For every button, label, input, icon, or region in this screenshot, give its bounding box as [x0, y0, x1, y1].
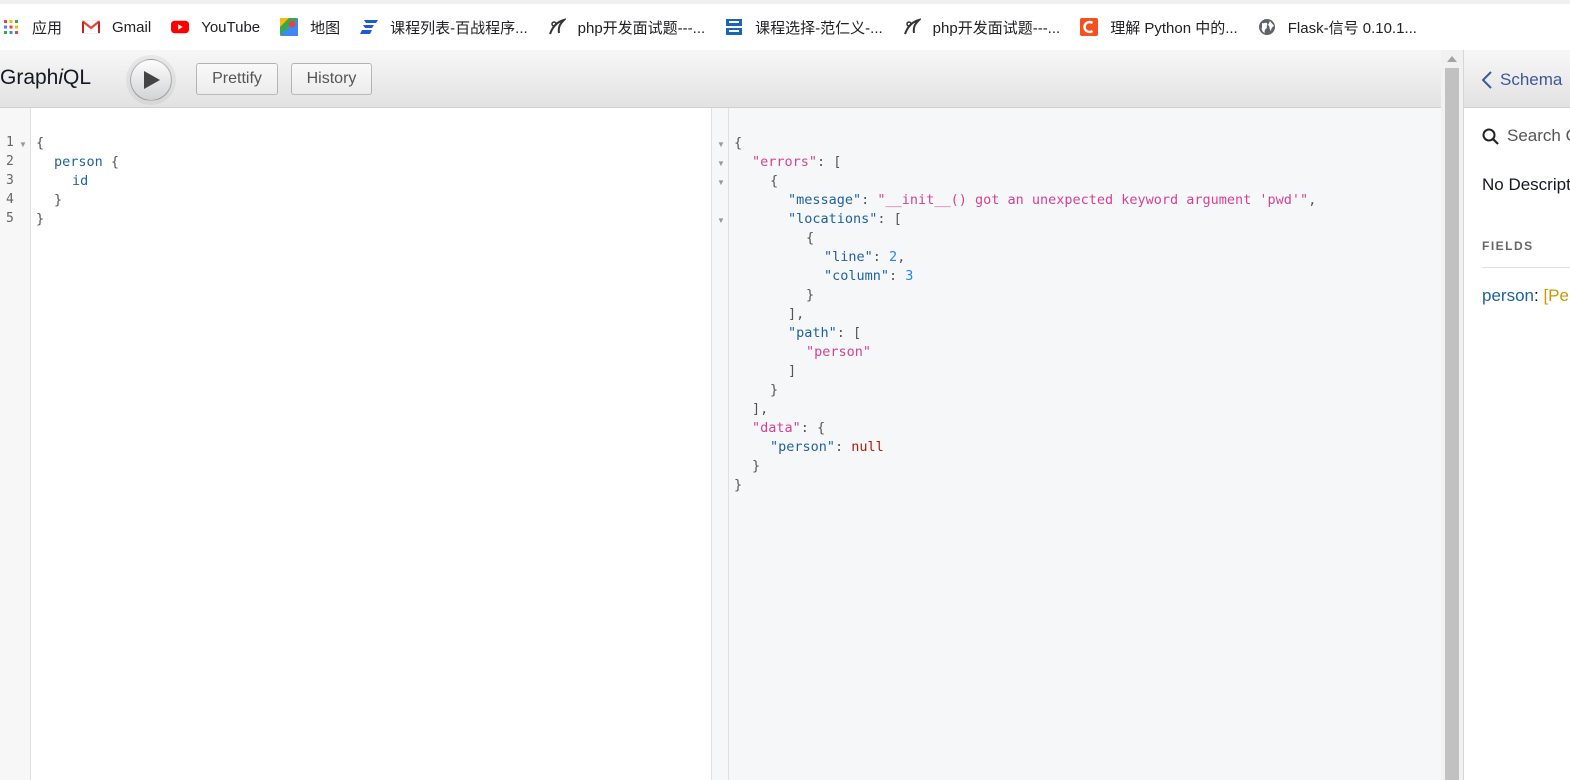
bookmark-label: 课程选择-范仁义-...	[755, 19, 883, 37]
prettify-button[interactable]: Prettify	[196, 63, 278, 95]
result-line: "message": "__init__() got an unexpected…	[788, 192, 1317, 208]
fold-arrow-icon[interactable]: ▼	[717, 178, 725, 187]
maps-icon	[280, 18, 299, 36]
bookmark-gmail[interactable]: Gmail	[82, 10, 151, 44]
bookmark-youtube[interactable]: YouTube	[171, 10, 260, 44]
bookmark-label: 地图	[310, 19, 341, 37]
youtube-icon	[171, 18, 190, 36]
docs-explorer: Schema No Description FIELDS person: [Pe…	[1463, 50, 1570, 780]
bookmark-flask[interactable]: Flask-信号 0.10.1...	[1258, 10, 1417, 44]
divider	[1482, 267, 1570, 268]
result-line: ]	[788, 363, 797, 379]
scroll-up-arrow-icon[interactable]	[1447, 56, 1457, 62]
bookmark-php-2[interactable]: php开发面试题---...	[903, 10, 1061, 44]
play-icon	[144, 71, 160, 89]
bookmark-biancheng[interactable]: 课程选择-范仁义-...	[725, 10, 883, 44]
vertical-scrollbar[interactable]	[1441, 50, 1463, 780]
docs-description: No Description	[1482, 175, 1570, 194]
result-line: "line": 2,	[824, 249, 906, 265]
query-field-person: person	[54, 154, 103, 170]
globe-icon	[1258, 18, 1276, 36]
result-pane: ▼ ▼ ▼ ▼ { "errors": [ { "message": "__in…	[712, 108, 1441, 780]
baizhan-icon	[360, 18, 379, 36]
bookmark-label: 应用	[32, 19, 63, 37]
bookmark-label: 理解 Python 中的...	[1110, 19, 1238, 37]
result-line: {	[770, 173, 779, 189]
bookmark-label: YouTube	[201, 18, 261, 36]
gmail-icon	[82, 18, 101, 36]
bookmark-php-1[interactable]: php开发面试题---...	[548, 10, 706, 44]
graphiql-topbar: GraphiQL Prettify History	[0, 50, 1441, 108]
result-line: "data": {	[752, 420, 826, 436]
line-number: 5	[6, 211, 14, 226]
execute-query-button[interactable]	[130, 59, 172, 101]
result-line: "path": [	[788, 325, 862, 341]
apps-grid-icon	[2, 18, 20, 36]
history-button[interactable]: History	[291, 63, 372, 95]
result-line: {	[734, 135, 743, 151]
result-fold-gutter: ▼ ▼ ▼ ▼	[712, 108, 729, 780]
fold-arrow-icon[interactable]: ▼	[717, 140, 725, 149]
scrollbar-thumb[interactable]	[1445, 68, 1459, 780]
bookmarks-bar: 应用 Gmail YouTube 地图 课程列表-百战程序... php开发面试…	[0, 0, 1570, 50]
result-line: }	[806, 287, 815, 303]
query-line: }	[36, 211, 45, 227]
php-bird-icon	[903, 18, 921, 36]
php-bird-icon	[548, 18, 566, 36]
result-line: "locations": [	[788, 211, 902, 227]
chevron-left-icon	[1482, 71, 1492, 89]
docs-field-name[interactable]: person	[1482, 286, 1534, 305]
error-message: "__init__() got an unexpected keyword ar…	[877, 192, 1309, 208]
search-icon	[1482, 128, 1499, 145]
bookmark-python[interactable]: 理解 Python 中的...	[1080, 10, 1238, 44]
result-line: "column": 3	[824, 268, 914, 284]
query-line: }	[54, 192, 63, 208]
result-line: }	[752, 458, 761, 474]
fold-arrow-icon[interactable]: ▼	[717, 159, 725, 168]
result-line: ],	[788, 306, 805, 322]
line-number: 1	[6, 135, 14, 150]
line-number: 4	[6, 192, 14, 207]
result-line: }	[734, 477, 743, 493]
docs-field-item: person: [Person]	[1482, 286, 1570, 306]
result-line: {	[806, 230, 815, 246]
query-line: person {	[54, 154, 120, 170]
bookmark-maps[interactable]: 地图	[280, 10, 340, 44]
line-number: 2	[6, 154, 14, 169]
docs-search-input[interactable]	[1507, 126, 1570, 146]
docs-search	[1482, 124, 1570, 148]
query-field-id: id	[72, 173, 89, 189]
docs-back-label: Schema	[1500, 70, 1563, 89]
bookmark-baizhan[interactable]: 课程列表-百战程序...	[360, 10, 528, 44]
result-line: }	[770, 382, 779, 398]
query-editor[interactable]: 1 ▼ 2 3 4 5 { person { id } }	[0, 108, 711, 780]
graphiql-main: GraphiQL Prettify History 1 ▼ 2 3 4 5 { …	[0, 50, 1463, 780]
docs-field-type[interactable]: [Person]	[1543, 286, 1570, 305]
biancheng-icon	[725, 18, 743, 36]
c-logo-icon	[1080, 18, 1099, 36]
result-line: "errors": [	[752, 154, 842, 170]
query-line-gutter: 1 ▼ 2 3 4 5	[0, 108, 31, 780]
query-line: {	[36, 135, 45, 151]
bookmark-label: php开发面试题---...	[932, 19, 1061, 37]
result-line: ],	[752, 401, 769, 417]
line-number: 3	[6, 173, 14, 188]
bookmark-apps[interactable]: 应用	[2, 10, 62, 44]
bookmark-label: Flask-信号 0.10.1...	[1287, 19, 1417, 37]
result-line: "person"	[806, 344, 872, 360]
docs-header: Schema	[1464, 50, 1570, 108]
bookmark-label: Gmail	[112, 18, 152, 36]
graphiql-title: GraphiQL	[0, 66, 92, 89]
bookmark-label: php开发面试题---...	[577, 19, 706, 37]
query-line: id	[72, 172, 88, 191]
fold-arrow-icon[interactable]: ▼	[19, 140, 27, 149]
result-line: "person": null	[770, 439, 884, 455]
fold-arrow-icon[interactable]: ▼	[717, 216, 725, 225]
docs-back-link[interactable]: Schema	[1482, 70, 1562, 90]
docs-fields-heading: FIELDS	[1482, 239, 1534, 253]
bookmark-label: 课程列表-百战程序...	[390, 19, 528, 37]
